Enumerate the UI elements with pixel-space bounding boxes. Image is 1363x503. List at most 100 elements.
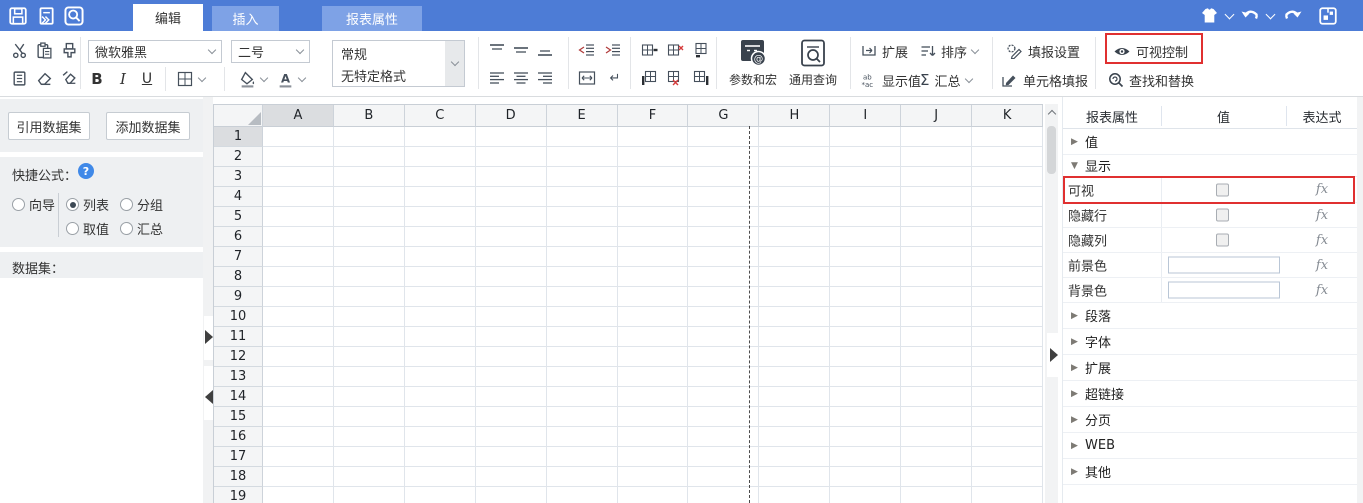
row-header-2[interactable]: 2: [214, 147, 263, 167]
row-header-7[interactable]: 7: [214, 247, 263, 267]
cell-G6[interactable]: [688, 227, 759, 247]
cell-A19[interactable]: [263, 487, 334, 503]
cell-J7[interactable]: [901, 247, 972, 267]
cell-I19[interactable]: [830, 487, 901, 503]
cell-A12[interactable]: [263, 347, 334, 367]
cell-I2[interactable]: [830, 147, 901, 167]
cell-K2[interactable]: [972, 147, 1043, 167]
cell-E17[interactable]: [547, 447, 618, 467]
cell-I5[interactable]: [830, 207, 901, 227]
cell-I11[interactable]: [830, 327, 901, 347]
cell-G15[interactable]: [688, 407, 759, 427]
wrap-text-button[interactable]: ↵: [604, 67, 626, 89]
cell-J18[interactable]: [901, 467, 972, 487]
cell-F19[interactable]: [618, 487, 689, 503]
cell-F3[interactable]: [618, 167, 689, 187]
cell-A15[interactable]: [263, 407, 334, 427]
cell-I17[interactable]: [830, 447, 901, 467]
cell-K8[interactable]: [972, 267, 1043, 287]
cell-J12[interactable]: [901, 347, 972, 367]
cell-C1[interactable]: [405, 127, 476, 147]
cell-H2[interactable]: [759, 147, 830, 167]
cell-F18[interactable]: [618, 467, 689, 487]
grid-vertical-scrollbar[interactable]: [1045, 104, 1058, 503]
cell-H13[interactable]: [759, 367, 830, 387]
increase-indent-button[interactable]: [602, 39, 624, 61]
tab-report-properties[interactable]: 报表属性: [322, 6, 422, 31]
cell-J1[interactable]: [901, 127, 972, 147]
cell-K11[interactable]: [972, 327, 1043, 347]
row-header-17[interactable]: 17: [214, 447, 263, 467]
input-背景色[interactable]: [1168, 282, 1280, 299]
property-section-2[interactable]: ▼显示: [1063, 155, 1358, 177]
reference-dataset-button[interactable]: 引用数据集: [8, 112, 90, 140]
cell-J4[interactable]: [901, 187, 972, 207]
cell-H5[interactable]: [759, 207, 830, 227]
cell-K13[interactable]: [972, 367, 1043, 387]
cell-G19[interactable]: [688, 487, 759, 503]
align-right-button[interactable]: [534, 67, 556, 89]
cell-F8[interactable]: [618, 267, 689, 287]
cell-F13[interactable]: [618, 367, 689, 387]
cell-G2[interactable]: [688, 147, 759, 167]
column-header-J[interactable]: J: [901, 105, 972, 127]
fx-formula-button[interactable]: fx: [1286, 203, 1358, 227]
column-header-D[interactable]: D: [476, 105, 547, 127]
format-painter-button[interactable]: [58, 39, 80, 61]
checkbox-可视[interactable]: [1216, 183, 1229, 196]
cell-G7[interactable]: [688, 247, 759, 267]
cell-fill-button[interactable]: 单元格填报: [1001, 68, 1088, 92]
cell-F16[interactable]: [618, 427, 689, 447]
cell-F15[interactable]: [618, 407, 689, 427]
cell-I1[interactable]: [830, 127, 901, 147]
cell-B14[interactable]: [334, 387, 405, 407]
cell-A13[interactable]: [263, 367, 334, 387]
cell-K9[interactable]: [972, 287, 1043, 307]
fx-formula-button[interactable]: fx: [1286, 253, 1358, 277]
cell-K14[interactable]: [972, 387, 1043, 407]
column-header-E[interactable]: E: [547, 105, 618, 127]
summary-button[interactable]: Σ 汇总: [920, 68, 972, 92]
cell-E1[interactable]: [547, 127, 618, 147]
cell-format-select[interactable]: 常规 无特定格式: [332, 40, 465, 87]
cell-C7[interactable]: [405, 247, 476, 267]
cell-J13[interactable]: [901, 367, 972, 387]
cell-C16[interactable]: [405, 427, 476, 447]
select-all-corner[interactable]: [214, 105, 263, 127]
cell-K18[interactable]: [972, 467, 1043, 487]
cell-H3[interactable]: [759, 167, 830, 187]
expand-button[interactable]: 扩展: [861, 39, 908, 63]
cell-F10[interactable]: [618, 307, 689, 327]
property-section-1[interactable]: ▶值: [1063, 129, 1358, 155]
cell-H14[interactable]: [759, 387, 830, 407]
borders-button[interactable]: [174, 68, 196, 90]
property-section-8[interactable]: ▶段落: [1063, 303, 1358, 329]
cell-I15[interactable]: [830, 407, 901, 427]
cell-K16[interactable]: [972, 427, 1043, 447]
cell-I12[interactable]: [830, 347, 901, 367]
cell-A1[interactable]: [263, 127, 334, 147]
cell-B18[interactable]: [334, 467, 405, 487]
cell-H17[interactable]: [759, 447, 830, 467]
row-header-9[interactable]: 9: [214, 287, 263, 307]
cell-F4[interactable]: [618, 187, 689, 207]
row-header-12[interactable]: 12: [214, 347, 263, 367]
cell-I10[interactable]: [830, 307, 901, 327]
cell-E15[interactable]: [547, 407, 618, 427]
theme-dropdown-button[interactable]: [1222, 4, 1236, 28]
cell-G4[interactable]: [688, 187, 759, 207]
general-query-button[interactable]: 通用查询: [785, 38, 841, 92]
cell-J2[interactable]: [901, 147, 972, 167]
redo-button[interactable]: [1281, 4, 1305, 28]
align-left-button[interactable]: [486, 67, 508, 89]
cell-J9[interactable]: [901, 287, 972, 307]
find-replace-button[interactable]: 查找和替换: [1108, 68, 1194, 92]
checkbox-隐藏行[interactable]: [1216, 209, 1229, 222]
fx-formula-button[interactable]: fx: [1286, 228, 1358, 252]
row-header-8[interactable]: 8: [214, 267, 263, 287]
cell-F9[interactable]: [618, 287, 689, 307]
cell-D4[interactable]: [476, 187, 547, 207]
cell-C18[interactable]: [405, 467, 476, 487]
scrollbar-thumb[interactable]: [1047, 126, 1056, 174]
cell-B10[interactable]: [334, 307, 405, 327]
